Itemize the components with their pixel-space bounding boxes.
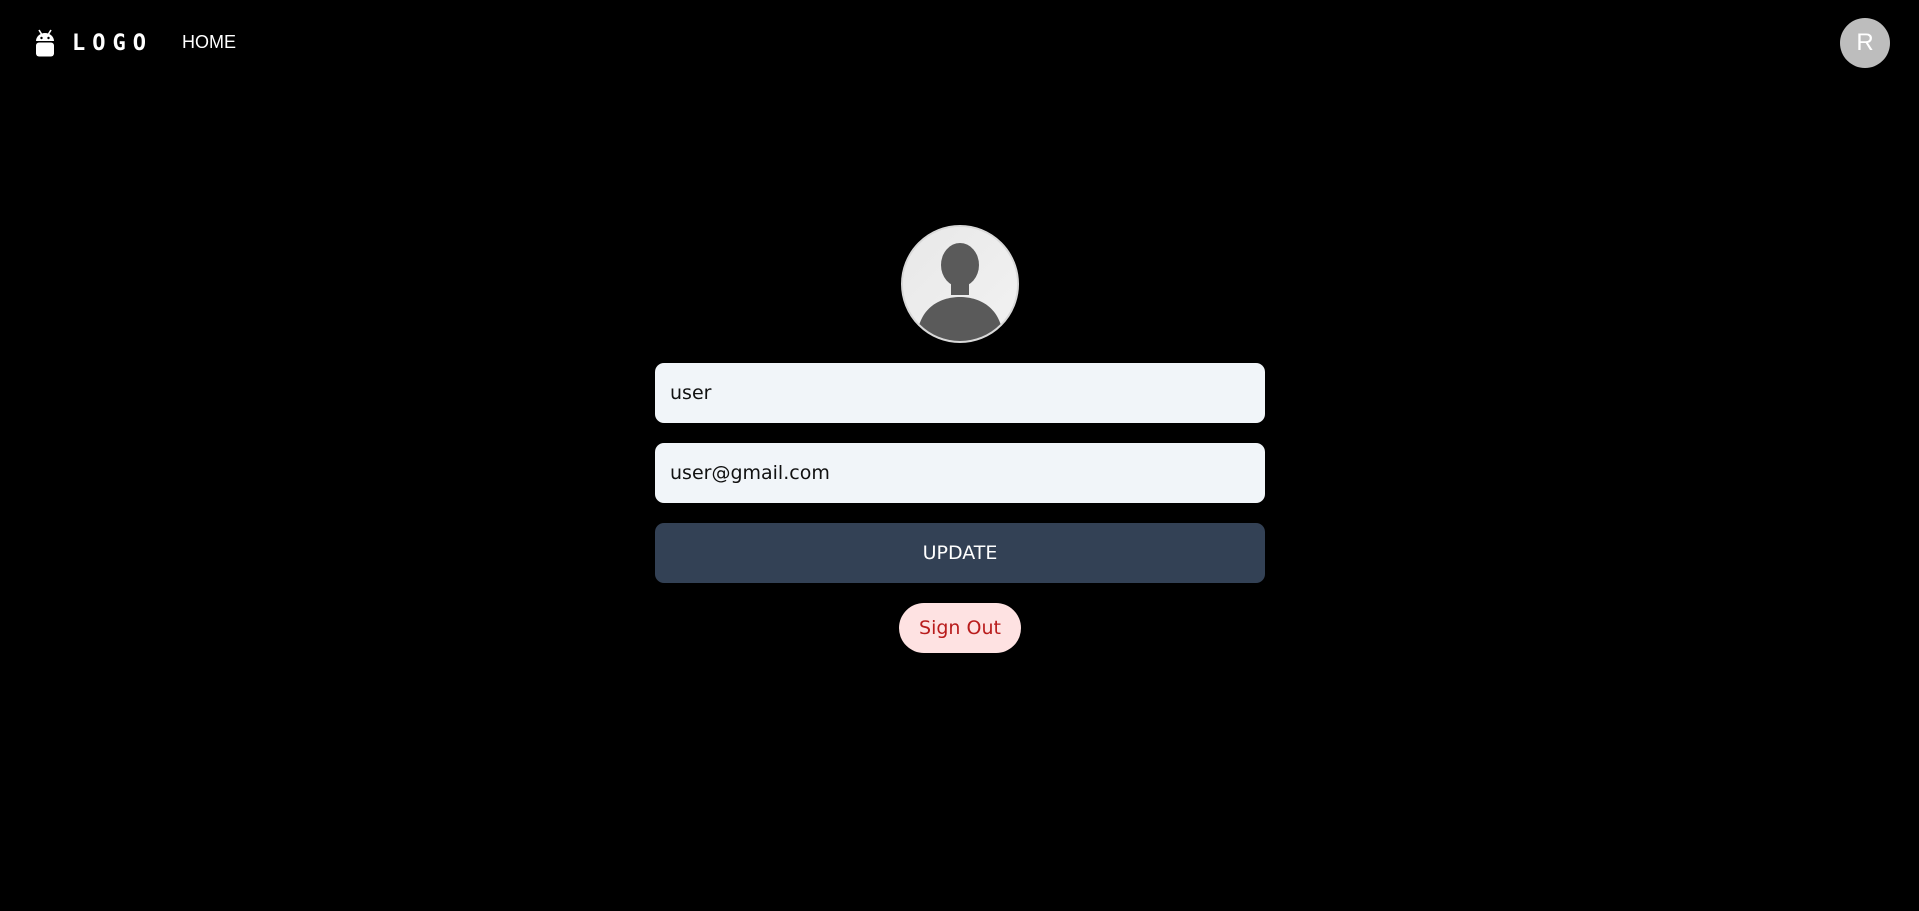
profile-form: UPDATE Sign Out <box>655 225 1265 653</box>
sign-out-button[interactable]: Sign Out <box>899 603 1021 653</box>
profile-photo[interactable] <box>901 225 1019 343</box>
navbar: LOGO HOME R <box>0 0 1919 86</box>
logo-text: LOGO <box>72 30 153 56</box>
email-input[interactable] <box>655 443 1265 503</box>
update-button[interactable]: UPDATE <box>655 523 1265 583</box>
username-input[interactable] <box>655 363 1265 423</box>
android-icon <box>34 28 56 58</box>
brand-logo[interactable]: LOGO <box>34 28 153 58</box>
person-silhouette-icon <box>903 227 1017 341</box>
nav-home-link[interactable]: HOME <box>182 32 236 53</box>
user-initial: R <box>1856 29 1874 56</box>
user-avatar-button[interactable]: R <box>1840 18 1890 68</box>
